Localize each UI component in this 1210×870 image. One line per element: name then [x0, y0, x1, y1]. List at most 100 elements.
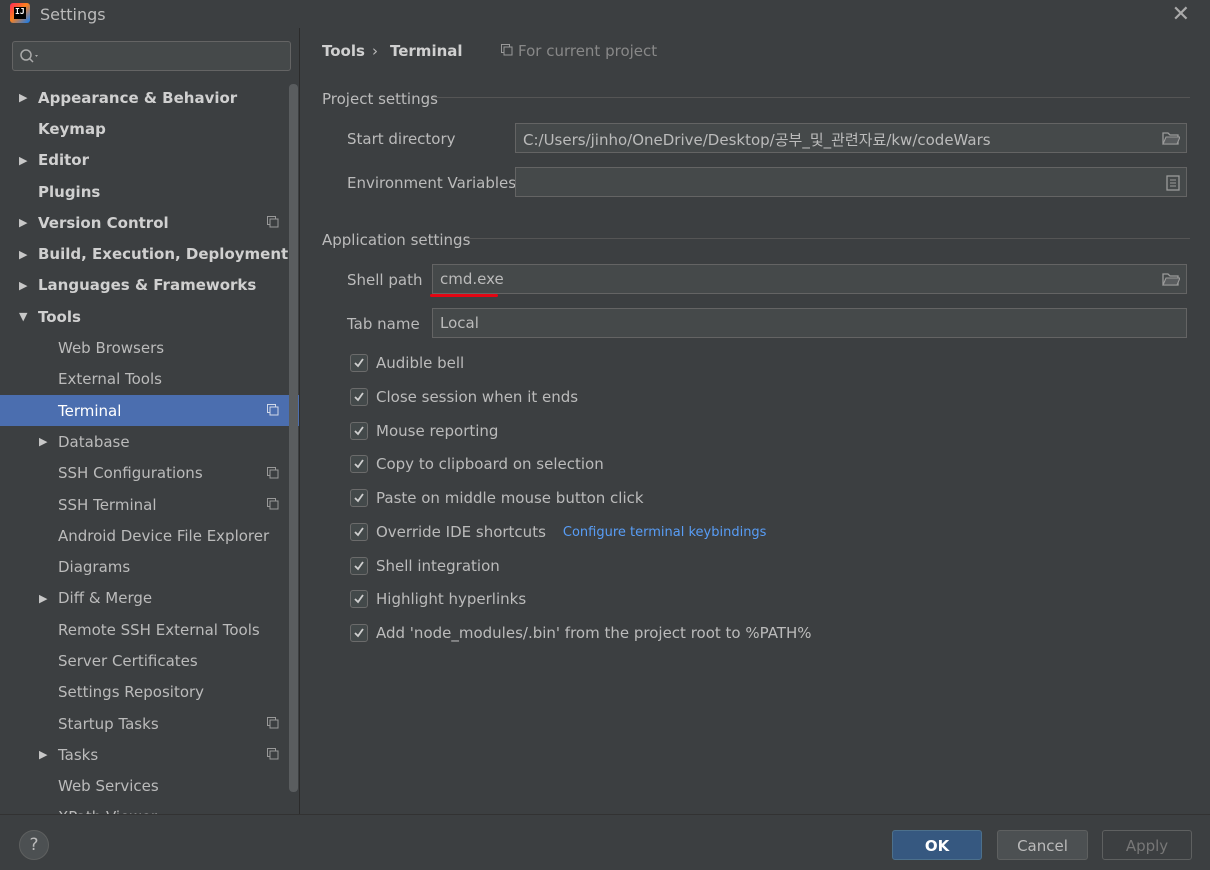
sidebar-item-label: Server Certificates	[58, 651, 198, 670]
checkbox-row-add-node-modules-bin-from-the-project-root-to-path[interactable]: Add 'node_modules/.bin' from the project…	[350, 622, 812, 644]
sidebar-item-plugins[interactable]: Plugins	[0, 176, 299, 207]
sidebar-item-label: Remote SSH External Tools	[58, 620, 260, 639]
collapsed-arrow-icon[interactable]: ▶	[19, 216, 27, 229]
checkbox[interactable]	[350, 590, 368, 608]
sidebar-item-appearance-behavior[interactable]: ▶ Appearance & Behavior	[0, 82, 299, 113]
sidebar-item-server-certificates[interactable]: Server Certificates	[0, 645, 299, 676]
sidebar-item-editor[interactable]: ▶ Editor	[0, 145, 299, 176]
start-directory-field[interactable]: C:/Users/jinho/OneDrive/Desktop/공부_및_관련자…	[515, 123, 1187, 153]
settings-sidebar: ▶ Appearance & Behavior Keymap ▶ Editor Plugi…	[0, 28, 300, 814]
settings-content: Tools › Terminal For current project Pro…	[301, 28, 1210, 814]
intellij-app-icon: IJ	[10, 3, 30, 23]
collapsed-arrow-icon[interactable]: ▶	[39, 592, 47, 605]
close-icon[interactable]: ✕	[1172, 2, 1190, 27]
sidebar-item-web-services[interactable]: Web Services	[0, 771, 299, 802]
sidebar-item-version-control[interactable]: ▶ Version Control	[0, 207, 299, 238]
checkmark-icon	[354, 392, 364, 402]
sidebar-item-label: Tools	[38, 307, 81, 326]
sidebar-item-languages-frameworks[interactable]: ▶ Languages & Frameworks	[0, 270, 299, 301]
expanded-arrow-icon[interactable]: ▼	[19, 310, 27, 323]
sidebar-item-label: Tasks	[58, 745, 99, 764]
checkbox-label: Mouse reporting	[376, 422, 499, 440]
configure-keybindings-link[interactable]: Configure terminal keybindings	[563, 525, 767, 540]
sidebar-item-diagrams[interactable]: Diagrams	[0, 551, 299, 582]
sidebar-item-build-execution-deployment[interactable]: ▶ Build, Execution, Deployment	[0, 238, 299, 269]
sidebar-item-android-device-file-explorer[interactable]: Android Device File Explorer	[0, 520, 299, 551]
shell-path-field[interactable]: cmd.exe	[432, 264, 1187, 294]
checkbox[interactable]	[350, 354, 368, 372]
sidebar-item-diff-merge[interactable]: ▶ Diff & Merge	[0, 583, 299, 614]
project-scope-icon	[267, 403, 279, 416]
collapsed-arrow-icon[interactable]: ▶	[19, 154, 27, 167]
cancel-button[interactable]: Cancel	[997, 830, 1088, 860]
checkbox[interactable]	[350, 557, 368, 575]
breadcrumb-parent[interactable]: Tools	[322, 42, 365, 60]
checkmark-icon	[354, 561, 364, 571]
tab-name-value: Local	[440, 314, 479, 332]
dialog-button-bar: ? OK Cancel Apply	[0, 814, 1210, 870]
annotation-underline	[430, 294, 498, 297]
sidebar-item-label: Android Device File Explorer	[58, 526, 270, 545]
folder-icon[interactable]	[1162, 131, 1180, 145]
breadcrumb-separator-icon: ›	[372, 42, 378, 60]
checkbox[interactable]	[350, 455, 368, 473]
sidebar-item-keymap[interactable]: Keymap	[0, 113, 299, 144]
sidebar-item-tasks[interactable]: ▶ Tasks	[0, 739, 299, 770]
checkbox-label: Paste on middle mouse button click	[376, 489, 644, 507]
sidebar-item-external-tools[interactable]: External Tools	[0, 364, 299, 395]
checkbox[interactable]	[350, 523, 368, 541]
checkbox-row-mouse-reporting[interactable]: Mouse reporting	[350, 420, 498, 442]
collapsed-arrow-icon[interactable]: ▶	[19, 248, 27, 261]
project-scope-icon	[267, 716, 279, 729]
project-settings-title: Project settings	[322, 90, 438, 108]
checkbox-row-shell-integration[interactable]: Shell integration	[350, 555, 500, 577]
checkbox-row-paste-on-middle-mouse-button-click[interactable]: Paste on middle mouse button click	[350, 487, 644, 509]
sidebar-item-ssh-terminal[interactable]: SSH Terminal	[0, 489, 299, 520]
sidebar-item-remote-ssh-external-tools[interactable]: Remote SSH External Tools	[0, 614, 299, 645]
collapsed-arrow-icon[interactable]: ▶	[19, 91, 27, 104]
sidebar-item-label: Terminal	[58, 401, 122, 420]
sidebar-item-terminal[interactable]: Terminal	[0, 394, 299, 427]
checkbox-row-close-session-when-it-ends[interactable]: Close session when it ends	[350, 386, 578, 408]
scope-label: For current project	[518, 42, 658, 60]
search-input[interactable]	[12, 41, 291, 71]
env-vars-field[interactable]	[515, 167, 1187, 197]
checkbox-row-highlight-hyperlinks[interactable]: Highlight hyperlinks	[350, 588, 526, 610]
sidebar-item-label: Startup Tasks	[58, 714, 159, 733]
document-icon[interactable]	[1166, 175, 1180, 191]
tab-name-label: Tab name	[347, 315, 420, 333]
sidebar-item-tools[interactable]: ▼ Tools	[0, 301, 299, 332]
sidebar-item-ssh-configurations[interactable]: SSH Configurations	[0, 458, 299, 489]
folder-icon[interactable]	[1162, 272, 1180, 286]
sidebar-item-xpath-viewer[interactable]: XPath Viewer	[0, 802, 299, 814]
checkbox-label: Audible bell	[376, 354, 465, 372]
apply-button[interactable]: Apply	[1102, 830, 1192, 860]
help-button[interactable]: ?	[19, 830, 49, 860]
checkbox[interactable]	[350, 489, 368, 507]
checkmark-icon	[354, 628, 364, 638]
sidebar-item-web-browsers[interactable]: Web Browsers	[0, 332, 299, 363]
checkbox-row-copy-to-clipboard-on-selection[interactable]: Copy to clipboard on selection	[350, 453, 604, 475]
application-settings-title: Application settings	[322, 231, 471, 249]
project-scope-icon	[267, 216, 279, 228]
checkbox[interactable]	[350, 388, 368, 406]
settings-tree: ▶ Appearance & Behavior Keymap ▶ Editor Plugi…	[0, 82, 299, 814]
sidebar-item-label: Build, Execution, Deployment	[38, 245, 289, 264]
sidebar-item-settings-repository[interactable]: Settings Repository	[0, 677, 299, 708]
start-directory-label: Start directory	[347, 130, 456, 148]
shell-path-label: Shell path	[347, 271, 423, 289]
checkbox-row-audible-bell[interactable]: Audible bell	[350, 352, 464, 374]
checkbox[interactable]	[350, 624, 368, 642]
collapsed-arrow-icon[interactable]: ▶	[39, 435, 47, 448]
ok-button[interactable]: OK	[892, 830, 982, 860]
window-title: Settings	[40, 5, 106, 24]
checkbox[interactable]	[350, 422, 368, 440]
sidebar-item-startup-tasks[interactable]: Startup Tasks	[0, 708, 299, 739]
tab-name-field[interactable]: Local	[432, 308, 1187, 338]
collapsed-arrow-icon[interactable]: ▶	[19, 279, 27, 292]
checkbox-row-override-ide-shortcuts[interactable]: Override IDE shortcuts Configure terminal…	[350, 521, 766, 543]
breadcrumb-current: Terminal	[390, 42, 463, 60]
collapsed-arrow-icon[interactable]: ▶	[39, 748, 47, 761]
sidebar-item-database[interactable]: ▶ Database	[0, 426, 299, 457]
sidebar-scrollbar[interactable]	[289, 84, 298, 792]
